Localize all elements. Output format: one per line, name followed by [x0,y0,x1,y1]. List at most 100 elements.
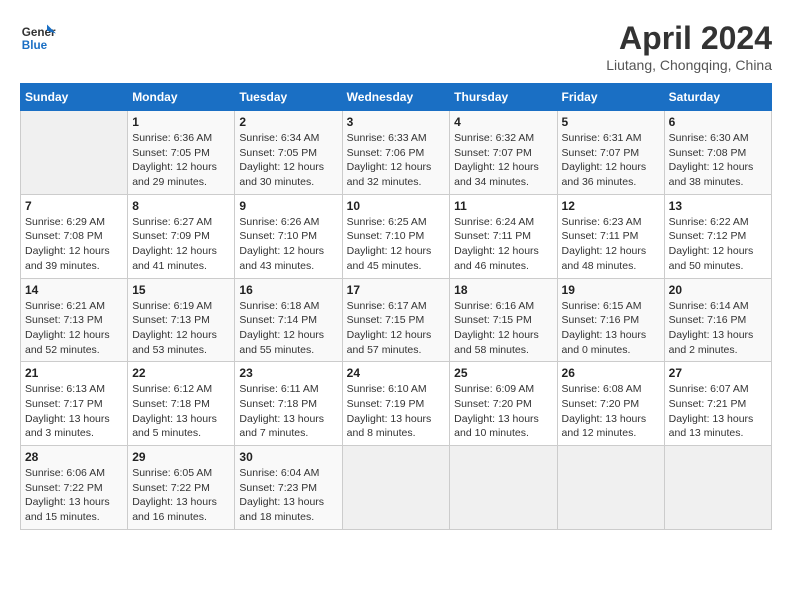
day-number: 7 [25,199,123,213]
day-number: 14 [25,283,123,297]
day-number: 20 [669,283,767,297]
day-cell [21,111,128,195]
day-info: Sunrise: 6:09 AM Sunset: 7:20 PM Dayligh… [454,382,552,441]
svg-text:Blue: Blue [22,39,48,52]
day-cell: 19 Sunrise: 6:15 AM Sunset: 7:16 PM Dayli… [557,278,664,362]
day-info: Sunrise: 6:10 AM Sunset: 7:19 PM Dayligh… [347,382,446,441]
weekday-monday: Monday [128,84,235,111]
day-cell: 4 Sunrise: 6:32 AM Sunset: 7:07 PM Daylig… [450,111,557,195]
day-cell: 18 Sunrise: 6:16 AM Sunset: 7:15 PM Dayli… [450,278,557,362]
day-cell: 28 Sunrise: 6:06 AM Sunset: 7:22 PM Dayli… [21,446,128,530]
day-info: Sunrise: 6:18 AM Sunset: 7:14 PM Dayligh… [239,299,337,358]
title-area: April 2024 Liutang, Chongqing, China [606,20,772,73]
day-info: Sunrise: 6:22 AM Sunset: 7:12 PM Dayligh… [669,215,767,274]
weekday-saturday: Saturday [664,84,771,111]
day-cell: 26 Sunrise: 6:08 AM Sunset: 7:20 PM Dayli… [557,362,664,446]
day-number: 12 [562,199,660,213]
day-number: 6 [669,115,767,129]
day-cell: 14 Sunrise: 6:21 AM Sunset: 7:13 PM Dayli… [21,278,128,362]
day-number: 28 [25,450,123,464]
weekday-header-row: SundayMondayTuesdayWednesdayThursdayFrid… [21,84,772,111]
day-number: 16 [239,283,337,297]
day-cell: 8Sunrise: 6:27 AM Sunset: 7:09 PM Daylig… [128,194,235,278]
day-number: 11 [454,199,552,213]
calendar-table: SundayMondayTuesdayWednesdayThursdayFrid… [20,83,772,530]
day-number: 8 [132,199,230,213]
day-info: Sunrise: 6:13 AM Sunset: 7:17 PM Dayligh… [25,382,123,441]
day-cell: 24 Sunrise: 6:10 AM Sunset: 7:19 PM Dayli… [342,362,450,446]
day-cell: 17 Sunrise: 6:17 AM Sunset: 7:15 PM Dayli… [342,278,450,362]
day-number: 21 [25,366,123,380]
day-info: Sunrise: 6:15 AM Sunset: 7:16 PM Dayligh… [562,299,660,358]
day-info: Sunrise: 6:32 AM Sunset: 7:07 PM Dayligh… [454,131,552,190]
day-info: Sunrise: 6:08 AM Sunset: 7:20 PM Dayligh… [562,382,660,441]
day-number: 17 [347,283,446,297]
day-number: 27 [669,366,767,380]
day-info: Sunrise: 6:05 AM Sunset: 7:22 PM Dayligh… [132,466,230,525]
weekday-sunday: Sunday [21,84,128,111]
day-info: Sunrise: 6:21 AM Sunset: 7:13 PM Dayligh… [25,299,123,358]
day-info: Sunrise: 6:31 AM Sunset: 7:07 PM Dayligh… [562,131,660,190]
day-info: Sunrise: 6:29 AM Sunset: 7:08 PM Dayligh… [25,215,123,274]
day-cell [450,446,557,530]
day-cell: 29 Sunrise: 6:05 AM Sunset: 7:22 PM Dayli… [128,446,235,530]
day-number: 26 [562,366,660,380]
day-number: 24 [347,366,446,380]
day-number: 4 [454,115,552,129]
day-number: 15 [132,283,230,297]
day-info: Sunrise: 6:16 AM Sunset: 7:15 PM Dayligh… [454,299,552,358]
day-number: 22 [132,366,230,380]
day-cell: 3 Sunrise: 6:33 AM Sunset: 7:06 PM Daylig… [342,111,450,195]
weekday-friday: Friday [557,84,664,111]
logo-icon: General Blue [20,20,56,56]
day-cell: 2Sunrise: 6:34 AM Sunset: 7:05 PM Daylig… [235,111,342,195]
day-cell: 23Sunrise: 6:11 AM Sunset: 7:18 PM Dayli… [235,362,342,446]
month-title: April 2024 [606,20,772,57]
day-cell: 20 Sunrise: 6:14 AM Sunset: 7:16 PM Dayli… [664,278,771,362]
day-number: 25 [454,366,552,380]
day-info: Sunrise: 6:17 AM Sunset: 7:15 PM Dayligh… [347,299,446,358]
day-info: Sunrise: 6:25 AM Sunset: 7:10 PM Dayligh… [347,215,446,274]
day-cell: 25 Sunrise: 6:09 AM Sunset: 7:20 PM Dayli… [450,362,557,446]
day-info: Sunrise: 6:23 AM Sunset: 7:11 PM Dayligh… [562,215,660,274]
day-number: 10 [347,199,446,213]
page-header: General Blue April 2024 Liutang, Chongqi… [20,20,772,73]
day-info: Sunrise: 6:34 AM Sunset: 7:05 PM Dayligh… [239,131,337,190]
day-number: 3 [347,115,446,129]
day-cell: 7 Sunrise: 6:29 AM Sunset: 7:08 PM Daylig… [21,194,128,278]
calendar-body: 1Sunrise: 6:36 AM Sunset: 7:05 PM Daylig… [21,111,772,530]
day-cell: 21 Sunrise: 6:13 AM Sunset: 7:17 PM Dayli… [21,362,128,446]
day-cell: 15Sunrise: 6:19 AM Sunset: 7:13 PM Dayli… [128,278,235,362]
day-info: Sunrise: 6:12 AM Sunset: 7:18 PM Dayligh… [132,382,230,441]
weekday-tuesday: Tuesday [235,84,342,111]
day-info: Sunrise: 6:30 AM Sunset: 7:08 PM Dayligh… [669,131,767,190]
day-info: Sunrise: 6:14 AM Sunset: 7:16 PM Dayligh… [669,299,767,358]
day-cell: 9Sunrise: 6:26 AM Sunset: 7:10 PM Daylig… [235,194,342,278]
day-info: Sunrise: 6:33 AM Sunset: 7:06 PM Dayligh… [347,131,446,190]
day-cell: 16 Sunrise: 6:18 AM Sunset: 7:14 PM Dayli… [235,278,342,362]
day-cell: 13 Sunrise: 6:22 AM Sunset: 7:12 PM Dayli… [664,194,771,278]
day-number: 9 [239,199,337,213]
location: Liutang, Chongqing, China [606,57,772,73]
day-cell: 1Sunrise: 6:36 AM Sunset: 7:05 PM Daylig… [128,111,235,195]
day-cell: 22 Sunrise: 6:12 AM Sunset: 7:18 PM Dayli… [128,362,235,446]
day-info: Sunrise: 6:06 AM Sunset: 7:22 PM Dayligh… [25,466,123,525]
weekday-wednesday: Wednesday [342,84,450,111]
day-cell: 30Sunrise: 6:04 AM Sunset: 7:23 PM Dayli… [235,446,342,530]
day-cell: 12 Sunrise: 6:23 AM Sunset: 7:11 PM Dayli… [557,194,664,278]
day-number: 19 [562,283,660,297]
day-info: Sunrise: 6:04 AM Sunset: 7:23 PM Dayligh… [239,466,337,525]
day-cell: 11 Sunrise: 6:24 AM Sunset: 7:11 PM Dayli… [450,194,557,278]
logo: General Blue [20,20,56,56]
day-info: Sunrise: 6:24 AM Sunset: 7:11 PM Dayligh… [454,215,552,274]
day-cell [664,446,771,530]
day-number: 29 [132,450,230,464]
day-number: 18 [454,283,552,297]
day-cell: 27Sunrise: 6:07 AM Sunset: 7:21 PM Dayli… [664,362,771,446]
day-cell: 6 Sunrise: 6:30 AM Sunset: 7:08 PM Daylig… [664,111,771,195]
day-info: Sunrise: 6:36 AM Sunset: 7:05 PM Dayligh… [132,131,230,190]
day-cell: 10 Sunrise: 6:25 AM Sunset: 7:10 PM Dayli… [342,194,450,278]
day-cell [342,446,450,530]
week-row-4: 21 Sunrise: 6:13 AM Sunset: 7:17 PM Dayli… [21,362,772,446]
day-number: 13 [669,199,767,213]
